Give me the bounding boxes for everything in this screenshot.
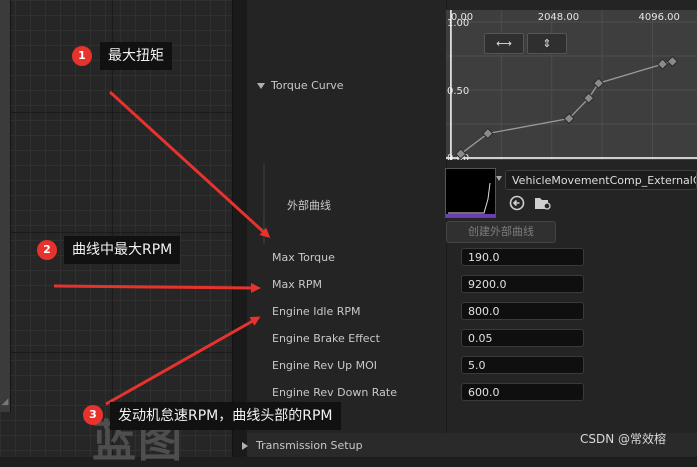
callout-3-text: 发动机怠速RPM，曲线头部的RPM: [118, 408, 333, 424]
external-curve-asset-picker[interactable]: VehicleMovementComp_ExternalCurve: [505, 170, 697, 190]
fit-horizontal-button[interactable]: ⟷: [484, 33, 524, 54]
torque-curve-line: [460, 60, 673, 155]
engine-rev-down-rate-input[interactable]: 600.0: [461, 383, 584, 401]
property-row-max-torque: Max Torque 190.0: [247, 244, 697, 272]
engine-rev-down-rate-label: Engine Rev Down Rate: [272, 386, 398, 399]
fit-vertical-button[interactable]: ⇕: [527, 33, 567, 54]
curve-keys[interactable]: [455, 55, 679, 160]
curve-key-point[interactable]: [656, 58, 669, 70]
property-row-engine-brake-effect: Engine Brake Effect 0.05: [247, 325, 697, 353]
x-tick-label: 4096.00: [639, 12, 680, 23]
thumbnail-dropdown-icon[interactable]: [496, 176, 502, 181]
engine-brake-effect-input[interactable]: 0.05: [461, 329, 584, 347]
curve-key-point[interactable]: [482, 127, 494, 140]
chart-grid: [446, 10, 697, 160]
curve-thumbnail[interactable]: [445, 168, 496, 218]
csdn-credit: CSDN @常效榕: [580, 432, 667, 446]
column-divider: [446, 244, 447, 271]
panel-gutter: [233, 0, 247, 457]
max-rpm-input[interactable]: 9200.0: [461, 275, 584, 293]
engine-rev-up-moi-label: Engine Rev Up MOI: [272, 359, 378, 372]
callout-3: 发动机怠速RPM，曲线头部的RPM: [110, 402, 341, 430]
expand-arrow-icon[interactable]: [257, 83, 265, 89]
callout-1: 最大扭矩: [100, 42, 172, 70]
engine-rev-up-moi-input[interactable]: 5.0: [461, 356, 584, 374]
column-divider: [446, 298, 447, 325]
callout-2: 曲线中最大RPM: [64, 236, 181, 264]
property-row-engine-rev-up-moi: Engine Rev Up MOI 5.0: [247, 352, 697, 380]
x-tick-label: 2048.00: [538, 12, 579, 23]
curve-key-point[interactable]: [666, 55, 679, 68]
torque-curve-plot[interactable]: 0.002048.004096.001.000.500.00: [446, 10, 697, 160]
collapse-arrow-icon[interactable]: [242, 442, 248, 450]
callout-2-text: 曲线中最大RPM: [72, 242, 173, 258]
column-divider: [446, 379, 447, 406]
use-selected-arrow-icon: [509, 195, 525, 211]
property-row-engine-idle-rpm: Engine Idle RPM 800.0: [247, 298, 697, 326]
transmission-setup-label[interactable]: Transmission Setup: [242, 439, 363, 452]
graph-scrollbar[interactable]: [0, 0, 11, 412]
property-row-max-rpm: Max RPM 9200.0: [247, 271, 697, 299]
engine-idle-rpm-input[interactable]: 800.0: [461, 302, 584, 320]
curve-thumbnail-icon: [446, 182, 495, 217]
column-divider: [446, 271, 447, 298]
use-selected-asset-button[interactable]: [509, 195, 525, 211]
torque-curve-chart[interactable]: 0.002048.004096.001.000.500.00 ⟷ ⇕: [446, 10, 697, 160]
browse-folder-icon: [535, 198, 551, 210]
fit-vertical-icon: ⇕: [542, 37, 552, 50]
callout-1-badge: 1: [72, 46, 92, 66]
y-tick-label: 0.50: [447, 86, 469, 97]
y-tick-label: 1.00: [447, 18, 469, 29]
indent-guide: [263, 163, 265, 244]
callout-1-text: 最大扭矩: [108, 48, 164, 64]
fit-horizontal-icon: ⟷: [496, 37, 512, 50]
column-divider: [446, 406, 447, 433]
browse-asset-button[interactable]: [534, 195, 551, 211]
max-torque-input[interactable]: 190.0: [461, 248, 584, 266]
engine-idle-rpm-label: Engine Idle RPM: [272, 305, 361, 318]
engine-brake-effect-label: Engine Brake Effect: [272, 332, 380, 345]
max-rpm-label: Max RPM: [272, 278, 323, 291]
callout-2-badge: 2: [37, 240, 57, 260]
torque-curve-label[interactable]: Torque Curve: [257, 79, 344, 92]
max-torque-label: Max Torque: [272, 251, 335, 264]
column-divider: [446, 325, 447, 352]
callout-3-badge: 3: [83, 405, 103, 425]
create-external-curve-button[interactable]: 创建外部曲线: [446, 221, 556, 243]
chart-axes: [446, 10, 697, 160]
column-divider: [446, 352, 447, 379]
resize-grip-icon[interactable]: ◢: [0, 396, 10, 408]
external-curve-label: 外部曲线: [287, 199, 331, 212]
